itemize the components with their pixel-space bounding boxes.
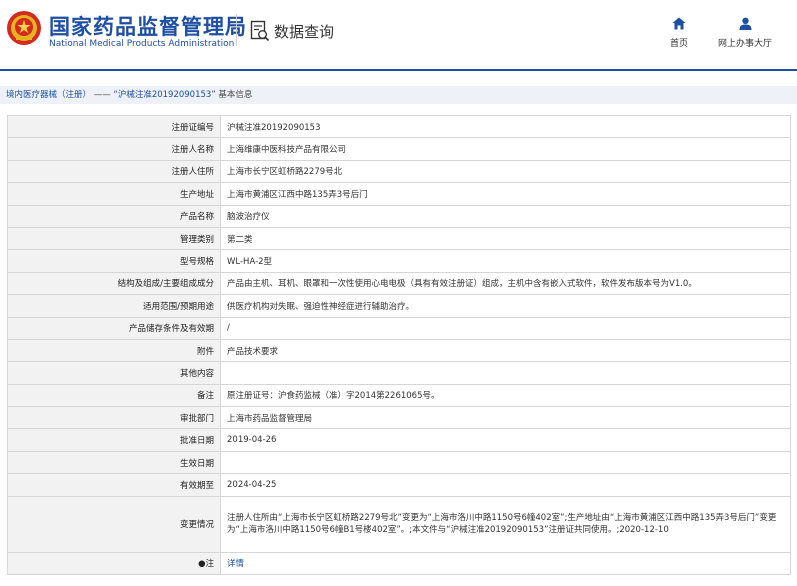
breadcrumb-category[interactable]: 境内医疗器械（注册）: [6, 90, 91, 100]
label-registrant-address: 注册人住所: [7, 159, 221, 184]
row-expiry: 有效期至 2024-04-25: [7, 473, 791, 497]
row-other: 其他内容: [7, 361, 791, 385]
row-production-address: 生产地址 上海市黄浦区江西中路135弄3号后门: [7, 182, 791, 206]
value-approval-date: 2019-04-26: [220, 428, 791, 452]
label-other: 其他内容: [7, 361, 221, 385]
label-registrant: 注册人名称: [7, 137, 221, 161]
value-remark: 原注册证号：沪食药监械（准）字2014第2261065号。: [220, 383, 791, 408]
row-effective-date: 生效日期: [7, 450, 791, 475]
data-query-section[interactable]: 数据查询: [250, 20, 334, 42]
label-reg-no: 注册证编号: [7, 114, 221, 139]
value-scope: 供医疗机构对失眠、强迫性神经症进行辅助治疗。: [220, 294, 791, 318]
nmpa-emblem-icon[interactable]: [6, 10, 42, 46]
value-changes: 注册人住所由“上海市长宁区虹桥路2279号北”变更为“上海市洛川中路1150号6…: [220, 495, 791, 553]
row-product-name: 产品名称 脑波治疗仪: [7, 204, 791, 228]
site-header: 国家药品监督管理局 National Medical Products Admi…: [0, 0, 797, 71]
row-reg-no: 注册证编号 沪械注准20192090153: [7, 114, 791, 139]
row-model: 型号规格 WL-HA-2型: [7, 249, 791, 273]
details-link[interactable]: 详情: [227, 559, 244, 569]
value-other: [220, 361, 791, 385]
label-category: 管理类别: [7, 226, 221, 251]
header-divider: [236, 14, 237, 46]
label-production-address: 生产地址: [7, 182, 221, 206]
row-changes: 变更情况 注册人住所由“上海市长宁区虹桥路2279号北”变更为“上海市洛川中路11…: [7, 495, 791, 553]
value-attachment: 产品技术要求: [220, 338, 791, 363]
label-structure: 结构及组成/主要组成成分: [7, 271, 221, 296]
value-structure: 产品由主机、耳机、眼罩和一次性使用心电电极（具有有效注册证）组成，主机中含有嵌入…: [220, 271, 791, 296]
breadcrumb-record: “沪械注准20192090153”: [113, 90, 216, 100]
label-note-cell: ●注: [7, 551, 221, 576]
row-approval-date: 批准日期 2019-04-26: [7, 428, 791, 452]
label-model: 型号规格: [7, 249, 221, 273]
value-storage: /: [220, 316, 791, 340]
row-category: 管理类别 第二类: [7, 226, 791, 251]
row-scope: 适用范围/预期用途 供医疗机构对失眠、强迫性神经症进行辅助治疗。: [7, 294, 791, 318]
label-attachment: 附件: [7, 338, 221, 363]
nav-online-hall-label: 网上办事大厅: [717, 39, 772, 49]
header-underline: [0, 69, 797, 71]
value-reg-no: 沪械注准20192090153: [220, 114, 791, 139]
value-note-cell: 详情: [220, 551, 791, 576]
row-remark: 备注 原注册证号：沪食药监械（准）字2014第2261065号。: [7, 383, 791, 408]
data-query-icon: [250, 20, 270, 42]
breadcrumb-current: 基本信息: [218, 90, 253, 100]
label-changes: 变更情况: [7, 495, 221, 553]
label-approval-date: 批准日期: [7, 428, 221, 452]
value-model: WL-HA-2型: [220, 249, 791, 273]
label-storage: 产品储存条件及有效期: [7, 316, 221, 340]
value-effective-date: [220, 450, 791, 475]
registration-detail-table: 注册证编号 沪械注准20192090153 注册人名称 上海维康中医科技产品有限公司…: [7, 114, 791, 576]
label-remark: 备注: [7, 383, 221, 408]
label-product-name: 产品名称: [7, 204, 221, 228]
site-title-cn[interactable]: 国家药品监督管理局: [49, 11, 247, 41]
breadcrumb: 境内医疗器械（注册） —— “沪械注准20192090153” 基本信息: [0, 86, 797, 104]
value-registrant-address: 上海市长宁区虹桥路2279号北: [220, 159, 791, 184]
label-expiry: 有效期至: [7, 473, 221, 497]
value-expiry: 2024-04-25: [220, 473, 791, 497]
breadcrumb-separator: ——: [91, 90, 114, 100]
row-attachment: 附件 产品技术要求: [7, 338, 791, 363]
row-registrant: 注册人名称 上海维康中医科技产品有限公司: [7, 137, 791, 161]
row-approver: 审批部门 上海市药品监督管理局: [7, 406, 791, 430]
value-approver: 上海市药品监督管理局: [220, 406, 791, 430]
label-effective-date: 生效日期: [7, 450, 221, 475]
nav-online-hall[interactable]: 网上办事大厅: [710, 15, 780, 49]
label-scope: 适用范围/预期用途: [7, 294, 221, 318]
row-structure: 结构及组成/主要组成成分 产品由主机、耳机、眼罩和一次性使用心电电极（具有有效注册…: [7, 271, 791, 296]
user-icon: [739, 17, 751, 30]
value-production-address: 上海市黄浦区江西中路135弄3号后门: [220, 182, 791, 206]
label-approver: 审批部门: [7, 406, 221, 430]
data-query-label: 数据查询: [274, 22, 335, 41]
value-registrant: 上海维康中医科技产品有限公司: [220, 137, 791, 161]
nav-home[interactable]: 首页: [663, 15, 695, 49]
row-storage: 产品储存条件及有效期 /: [7, 316, 791, 340]
home-icon: [672, 17, 686, 30]
row-registrant-address: 注册人住所 上海市长宁区虹桥路2279号北: [7, 159, 791, 184]
value-product-name: 脑波治疗仪: [220, 204, 791, 228]
row-note: ●注 详情: [7, 551, 791, 576]
value-category: 第二类: [220, 226, 791, 251]
nav-home-label: 首页: [669, 39, 688, 49]
site-title-en[interactable]: National Medical Products Administration: [49, 39, 234, 49]
label-note: 注: [205, 559, 214, 570]
